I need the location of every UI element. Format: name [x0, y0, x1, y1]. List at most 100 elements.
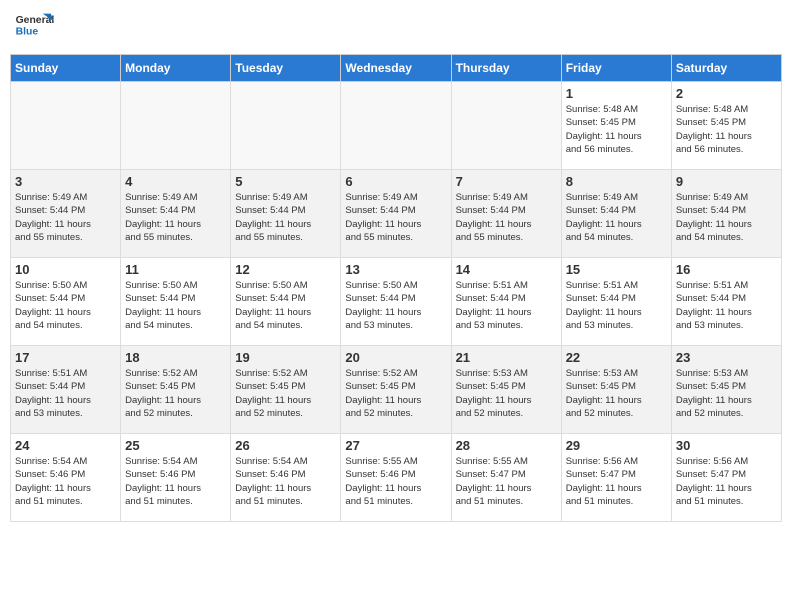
- day-number: 16: [676, 262, 777, 277]
- cell-week5-day6: 30 Sunrise: 5:56 AM Sunset: 5:47 PM Dayli…: [671, 434, 781, 522]
- day-number: 13: [345, 262, 446, 277]
- day-number: 23: [676, 350, 777, 365]
- cell-week5-day4: 28Sunrise: 5:55 AM Sunset: 5:47 PM Dayli…: [451, 434, 561, 522]
- logo-icon: General Blue: [14, 10, 54, 46]
- cell-week1-day4: [451, 82, 561, 170]
- day-info: Sunrise: 5:49 AM Sunset: 5:44 PM Dayligh…: [456, 191, 557, 244]
- day-number: 20: [345, 350, 446, 365]
- cell-week5-day3: 27Sunrise: 5:55 AM Sunset: 5:46 PM Dayli…: [341, 434, 451, 522]
- header-tuesday: Tuesday: [231, 55, 341, 82]
- day-info: Sunrise: 5:48 AM Sunset: 5:45 PM Dayligh…: [676, 103, 777, 156]
- cell-week5-day5: 29 Sunrise: 5:56 AM Sunset: 5:47 PM Dayli…: [561, 434, 671, 522]
- day-number: 27: [345, 438, 446, 453]
- cell-week1-day6: 2 Sunrise: 5:48 AM Sunset: 5:45 PM Daylig…: [671, 82, 781, 170]
- day-info: Sunrise: 5:56 AM Sunset: 5:47 PM Dayligh…: [566, 455, 667, 508]
- day-number: 7: [456, 174, 557, 189]
- cell-week2-day6: 9 Sunrise: 5:49 AM Sunset: 5:44 PM Daylig…: [671, 170, 781, 258]
- day-number: 30: [676, 438, 777, 453]
- day-info: Sunrise: 5:49 AM Sunset: 5:44 PM Dayligh…: [125, 191, 226, 244]
- day-number: 26: [235, 438, 336, 453]
- cell-week3-day2: 12 Sunrise: 5:50 AM Sunset: 5:44 PM Dayli…: [231, 258, 341, 346]
- svg-text:Blue: Blue: [16, 26, 39, 37]
- week-row-4: 17 Sunrise: 5:51 AM Sunset: 5:44 PM Dayli…: [11, 346, 782, 434]
- header-saturday: Saturday: [671, 55, 781, 82]
- day-info: Sunrise: 5:49 AM Sunset: 5:44 PM Dayligh…: [15, 191, 116, 244]
- cell-week3-day0: 10Sunrise: 5:50 AM Sunset: 5:44 PM Dayli…: [11, 258, 121, 346]
- day-number: 22: [566, 350, 667, 365]
- day-info: Sunrise: 5:49 AM Sunset: 5:44 PM Dayligh…: [676, 191, 777, 244]
- day-number: 6: [345, 174, 446, 189]
- day-info: Sunrise: 5:54 AM Sunset: 5:46 PM Dayligh…: [235, 455, 336, 508]
- day-info: Sunrise: 5:50 AM Sunset: 5:44 PM Dayligh…: [235, 279, 336, 332]
- day-number: 2: [676, 86, 777, 101]
- day-number: 15: [566, 262, 667, 277]
- header-sunday: Sunday: [11, 55, 121, 82]
- cell-week3-day3: 13 Sunrise: 5:50 AM Sunset: 5:44 PM Dayli…: [341, 258, 451, 346]
- day-info: Sunrise: 5:51 AM Sunset: 5:44 PM Dayligh…: [15, 367, 116, 420]
- calendar: SundayMondayTuesdayWednesdayThursdayFrid…: [10, 54, 782, 522]
- day-number: 12: [235, 262, 336, 277]
- cell-week5-day0: 24Sunrise: 5:54 AM Sunset: 5:46 PM Dayli…: [11, 434, 121, 522]
- day-info: Sunrise: 5:55 AM Sunset: 5:47 PM Dayligh…: [456, 455, 557, 508]
- day-number: 19: [235, 350, 336, 365]
- cell-week3-day1: 11 Sunrise: 5:50 AM Sunset: 5:44 PM Dayli…: [121, 258, 231, 346]
- day-info: Sunrise: 5:51 AM Sunset: 5:44 PM Dayligh…: [566, 279, 667, 332]
- page-header: General Blue: [10, 10, 782, 46]
- cell-week1-day2: [231, 82, 341, 170]
- day-info: Sunrise: 5:50 AM Sunset: 5:44 PM Dayligh…: [125, 279, 226, 332]
- cell-week5-day2: 26 Sunrise: 5:54 AM Sunset: 5:46 PM Dayli…: [231, 434, 341, 522]
- week-row-3: 10Sunrise: 5:50 AM Sunset: 5:44 PM Dayli…: [11, 258, 782, 346]
- day-number: 18: [125, 350, 226, 365]
- cell-week2-day0: 3Sunrise: 5:49 AM Sunset: 5:44 PM Daylig…: [11, 170, 121, 258]
- cell-week1-day1: [121, 82, 231, 170]
- day-number: 14: [456, 262, 557, 277]
- cell-week4-day5: 22 Sunrise: 5:53 AM Sunset: 5:45 PM Dayli…: [561, 346, 671, 434]
- cell-week2-day4: 7 Sunrise: 5:49 AM Sunset: 5:44 PM Daylig…: [451, 170, 561, 258]
- day-info: Sunrise: 5:54 AM Sunset: 5:46 PM Dayligh…: [15, 455, 116, 508]
- day-info: Sunrise: 5:54 AM Sunset: 5:46 PM Dayligh…: [125, 455, 226, 508]
- week-row-1: 1 Sunrise: 5:48 AM Sunset: 5:45 PM Daylig…: [11, 82, 782, 170]
- cell-week3-day5: 15 Sunrise: 5:51 AM Sunset: 5:44 PM Dayli…: [561, 258, 671, 346]
- day-number: 1: [566, 86, 667, 101]
- cell-week3-day4: 14 Sunrise: 5:51 AM Sunset: 5:44 PM Dayli…: [451, 258, 561, 346]
- cell-week2-day3: 6 Sunrise: 5:49 AM Sunset: 5:44 PM Daylig…: [341, 170, 451, 258]
- day-info: Sunrise: 5:53 AM Sunset: 5:45 PM Dayligh…: [456, 367, 557, 420]
- day-number: 11: [125, 262, 226, 277]
- day-number: 25: [125, 438, 226, 453]
- day-info: Sunrise: 5:52 AM Sunset: 5:45 PM Dayligh…: [345, 367, 446, 420]
- day-number: 9: [676, 174, 777, 189]
- week-row-2: 3Sunrise: 5:49 AM Sunset: 5:44 PM Daylig…: [11, 170, 782, 258]
- day-info: Sunrise: 5:48 AM Sunset: 5:45 PM Dayligh…: [566, 103, 667, 156]
- day-info: Sunrise: 5:51 AM Sunset: 5:44 PM Dayligh…: [456, 279, 557, 332]
- day-number: 4: [125, 174, 226, 189]
- cell-week2-day2: 5 Sunrise: 5:49 AM Sunset: 5:44 PM Daylig…: [231, 170, 341, 258]
- cell-week5-day1: 25 Sunrise: 5:54 AM Sunset: 5:46 PM Dayli…: [121, 434, 231, 522]
- day-number: 5: [235, 174, 336, 189]
- logo: General Blue: [14, 10, 54, 46]
- cell-week4-day2: 19 Sunrise: 5:52 AM Sunset: 5:45 PM Dayli…: [231, 346, 341, 434]
- day-info: Sunrise: 5:49 AM Sunset: 5:44 PM Dayligh…: [566, 191, 667, 244]
- header-friday: Friday: [561, 55, 671, 82]
- day-number: 29: [566, 438, 667, 453]
- header-thursday: Thursday: [451, 55, 561, 82]
- day-info: Sunrise: 5:50 AM Sunset: 5:44 PM Dayligh…: [15, 279, 116, 332]
- day-info: Sunrise: 5:56 AM Sunset: 5:47 PM Dayligh…: [676, 455, 777, 508]
- day-info: Sunrise: 5:51 AM Sunset: 5:44 PM Dayligh…: [676, 279, 777, 332]
- cell-week4-day6: 23 Sunrise: 5:53 AM Sunset: 5:45 PM Dayli…: [671, 346, 781, 434]
- day-info: Sunrise: 5:49 AM Sunset: 5:44 PM Dayligh…: [235, 191, 336, 244]
- cell-week4-day4: 21 Sunrise: 5:53 AM Sunset: 5:45 PM Dayli…: [451, 346, 561, 434]
- cell-week1-day5: 1 Sunrise: 5:48 AM Sunset: 5:45 PM Daylig…: [561, 82, 671, 170]
- cell-week2-day5: 8Sunrise: 5:49 AM Sunset: 5:44 PM Daylig…: [561, 170, 671, 258]
- day-info: Sunrise: 5:53 AM Sunset: 5:45 PM Dayligh…: [676, 367, 777, 420]
- day-info: Sunrise: 5:52 AM Sunset: 5:45 PM Dayligh…: [125, 367, 226, 420]
- day-number: 17: [15, 350, 116, 365]
- day-number: 21: [456, 350, 557, 365]
- day-info: Sunrise: 5:52 AM Sunset: 5:45 PM Dayligh…: [235, 367, 336, 420]
- day-info: Sunrise: 5:49 AM Sunset: 5:44 PM Dayligh…: [345, 191, 446, 244]
- day-info: Sunrise: 5:53 AM Sunset: 5:45 PM Dayligh…: [566, 367, 667, 420]
- week-row-5: 24Sunrise: 5:54 AM Sunset: 5:46 PM Dayli…: [11, 434, 782, 522]
- day-info: Sunrise: 5:50 AM Sunset: 5:44 PM Dayligh…: [345, 279, 446, 332]
- header-wednesday: Wednesday: [341, 55, 451, 82]
- cell-week3-day6: 16 Sunrise: 5:51 AM Sunset: 5:44 PM Dayli…: [671, 258, 781, 346]
- cell-week4-day0: 17 Sunrise: 5:51 AM Sunset: 5:44 PM Dayli…: [11, 346, 121, 434]
